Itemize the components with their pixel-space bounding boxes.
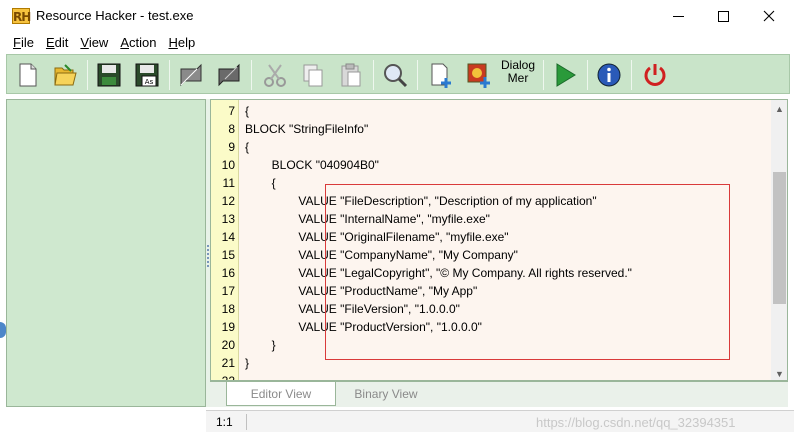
paste-button[interactable] — [335, 59, 367, 91]
menu-edit[interactable]: Edit — [40, 35, 74, 50]
line-number: 21 — [221, 356, 235, 370]
magnifier-icon — [384, 64, 408, 88]
menu-help-accel: H — [168, 34, 178, 50]
close-button[interactable] — [746, 0, 792, 32]
menu-help-label: elp — [177, 34, 196, 50]
power-icon — [644, 64, 666, 86]
menu-help[interactable]: Help — [162, 35, 201, 50]
maximize-icon — [717, 10, 729, 22]
save-as-icon: As — [135, 63, 159, 87]
compile-back-icon — [180, 63, 202, 87]
line-number: 19 — [221, 320, 235, 334]
line-number: 22 — [221, 374, 235, 381]
compile-forward-icon — [218, 63, 240, 87]
add-image-button[interactable] — [463, 59, 495, 91]
new-file-button[interactable] — [12, 59, 44, 91]
line-number: 13 — [221, 212, 235, 226]
menu-action-accel: A — [120, 34, 129, 50]
code-line: { — [245, 140, 250, 154]
maximize-button[interactable] — [700, 0, 746, 32]
line-number: 12 — [221, 194, 235, 208]
watermark-text: https://blog.csdn.net/qq_32394351 — [536, 415, 736, 430]
title-bar: RH Resource Hacker - test.exe — [0, 0, 794, 32]
toolbar: As Dialog Mer — [6, 54, 790, 94]
code-line: BLOCK "StringFileInfo" — [245, 122, 369, 136]
dialog-menu-label-2: Mer — [507, 71, 529, 85]
save-icon — [97, 63, 121, 87]
close-icon — [763, 10, 775, 22]
run-button[interactable] — [549, 59, 581, 91]
scroll-thumb[interactable] — [773, 172, 786, 304]
new-file-icon — [19, 63, 37, 87]
menu-action-label: ction — [129, 34, 157, 50]
line-number: 9 — [228, 140, 235, 154]
save-button[interactable] — [93, 59, 125, 91]
menu-bar: File Edit View Action Help — [0, 32, 794, 52]
exit-button[interactable] — [639, 59, 671, 91]
vertical-scrollbar[interactable]: ▲ ▼ — [771, 100, 787, 380]
svg-text:As: As — [145, 78, 154, 86]
tab-editor-view[interactable]: Editor View — [226, 382, 336, 406]
tab-binary-view[interactable]: Binary View — [338, 382, 434, 406]
code-line: { — [245, 104, 250, 118]
line-number: 14 — [221, 230, 235, 244]
line-number: 16 — [221, 266, 235, 280]
add-image-icon — [467, 63, 490, 88]
menu-file[interactable]: File — [7, 35, 40, 50]
window-title: Resource Hacker - test.exe — [36, 8, 194, 23]
app-icon: RH — [12, 8, 31, 24]
paste-icon — [341, 63, 361, 87]
menu-edit-label: dit — [54, 34, 69, 50]
code-line: { — [245, 176, 276, 190]
save-as-button[interactable]: As — [131, 59, 163, 91]
line-number: 18 — [221, 302, 235, 316]
info-button[interactable] — [593, 59, 625, 91]
line-number: 11 — [222, 176, 235, 190]
code-line: BLOCK "040904B0" — [245, 158, 379, 172]
highlight-box — [325, 184, 730, 360]
cut-button[interactable] — [259, 59, 291, 91]
compile-forward-button[interactable] — [213, 59, 245, 91]
copy-icon — [303, 64, 323, 87]
menu-file-label: ile — [20, 34, 34, 50]
status-divider — [246, 414, 247, 430]
dialog-menu-button[interactable]: Dialog Mer — [501, 59, 535, 85]
code-line: } — [245, 338, 276, 352]
minimize-button[interactable] — [655, 0, 701, 32]
line-number: 17 — [221, 284, 235, 298]
open-button[interactable] — [49, 59, 81, 91]
line-number: 20 — [221, 338, 235, 352]
line-number: 10 — [221, 158, 235, 172]
info-icon — [597, 63, 621, 87]
scroll-down-icon[interactable]: ▼ — [771, 365, 787, 380]
menu-view-accel: V — [80, 34, 89, 50]
resource-tree-pane[interactable] — [6, 99, 206, 407]
scissors-icon — [264, 64, 286, 87]
view-tab-bar: Editor View Binary View — [210, 381, 788, 407]
menu-view[interactable]: View — [74, 35, 114, 50]
script-editor[interactable]: 7 8 9 10 11 12 13 14 15 16 17 18 19 20 2… — [210, 99, 788, 381]
line-number: 7 — [228, 104, 235, 118]
find-button[interactable] — [379, 59, 411, 91]
open-folder-icon — [54, 64, 77, 86]
line-number: 15 — [221, 248, 235, 262]
scroll-up-icon[interactable]: ▲ — [771, 100, 787, 117]
code-line: } — [245, 356, 250, 370]
add-resource-button[interactable] — [425, 59, 457, 91]
status-bar: 1:1 https://blog.csdn.net/qq_32394351 — [206, 410, 794, 432]
menu-view-label: iew — [88, 34, 109, 50]
minimize-icon — [672, 15, 684, 17]
copy-button[interactable] — [297, 59, 329, 91]
menu-file-accel: F — [13, 34, 21, 50]
compile-back-button[interactable] — [175, 59, 207, 91]
menu-action[interactable]: Action — [114, 35, 162, 50]
cursor-position: 1:1 — [216, 415, 233, 429]
add-resource-icon — [431, 63, 451, 88]
play-icon — [556, 63, 576, 87]
menu-edit-accel: E — [45, 34, 55, 50]
line-number: 8 — [228, 122, 235, 136]
